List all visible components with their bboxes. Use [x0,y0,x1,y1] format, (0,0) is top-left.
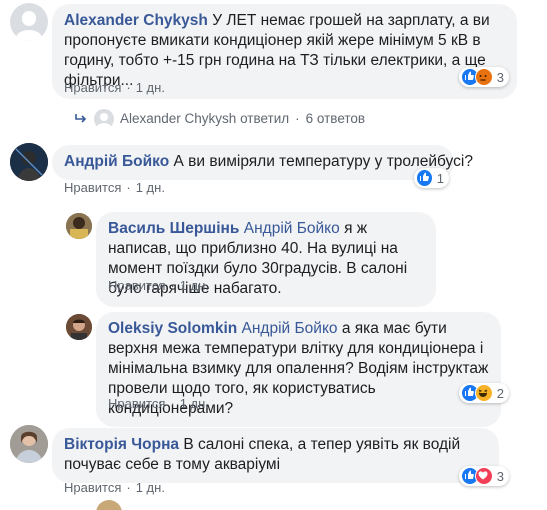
separator: · [295,111,300,126]
reply-count: 6 ответов [305,111,366,126]
comment-author[interactable]: Василь Шершінь [108,220,239,237]
like-reaction-icon [416,169,433,187]
reaction-count: 2 [496,385,504,401]
comment-author[interactable]: Андрій Бойко [64,153,169,170]
comment-author[interactable]: Oleksiy Solomkin [108,320,237,337]
avatar[interactable] [10,425,48,463]
angry-reaction-icon [474,68,493,86]
separator: · [126,480,131,495]
comment-actions: Нравится · 1 дн. [64,180,165,196]
reply-author: Alexander Chykysh [120,111,237,126]
timestamp[interactable]: 1 дн. [136,480,165,495]
like-button[interactable]: Нравится [64,80,121,95]
separator: · [126,180,131,195]
comment-bubble: Андрій Бойко А ви виміряли температуру у… [52,145,473,180]
avatar[interactable] [66,213,92,239]
comment-actions: Нравится · 1 дн. [108,278,209,294]
separator: · [170,396,175,411]
timestamp[interactable]: 1 дн. [180,278,209,293]
reactions-summary[interactable]: 2 [459,383,509,403]
reactions-summary[interactable]: 3 [459,67,509,87]
reply-verb: ответил [240,111,290,126]
like-button[interactable]: Нравится [108,396,165,411]
avatar [94,109,114,129]
timestamp[interactable]: 1 дн. [136,80,165,95]
separator: · [126,80,131,95]
haha-reaction-icon [474,384,493,402]
comment-actions: Нравится · 1 дн. [108,396,209,412]
like-button[interactable]: Нравится [108,278,165,293]
timestamp[interactable]: 1 дн. [136,180,165,195]
mention-link[interactable]: Андрій Бойко [244,220,340,237]
mention-link[interactable]: Андрій Бойко [242,320,338,337]
avatar[interactable] [10,3,48,41]
timestamp[interactable]: 1 дн. [180,396,209,411]
comment-author[interactable]: Alexander Chykysh [64,12,208,29]
avatar[interactable] [96,500,128,510]
avatar[interactable] [10,143,48,181]
comment-author[interactable]: Вікторія Чорна [64,436,179,453]
reply-arrow-icon [75,114,87,123]
reaction-count: 3 [496,468,504,484]
reactions-summary[interactable]: 3 [459,466,509,486]
avatar[interactable] [66,314,92,340]
separator: · [170,278,175,293]
reactions-summary[interactable]: 1 [414,168,449,188]
love-reaction-icon [474,467,493,485]
reaction-count: 3 [496,69,504,85]
comment-actions: Нравится · 1 дн. [64,80,165,96]
comment-actions: Нравится · 1 дн. [64,480,165,496]
view-replies-link[interactable]: Alexander Chykysh ответил · 6 ответов [74,109,365,129]
like-button[interactable]: Нравится [64,180,121,195]
like-button[interactable]: Нравится [64,480,121,495]
reaction-count: 1 [436,170,444,186]
comment-bubble: Вікторія Чорна В салоні спека, а тепер у… [52,428,499,483]
